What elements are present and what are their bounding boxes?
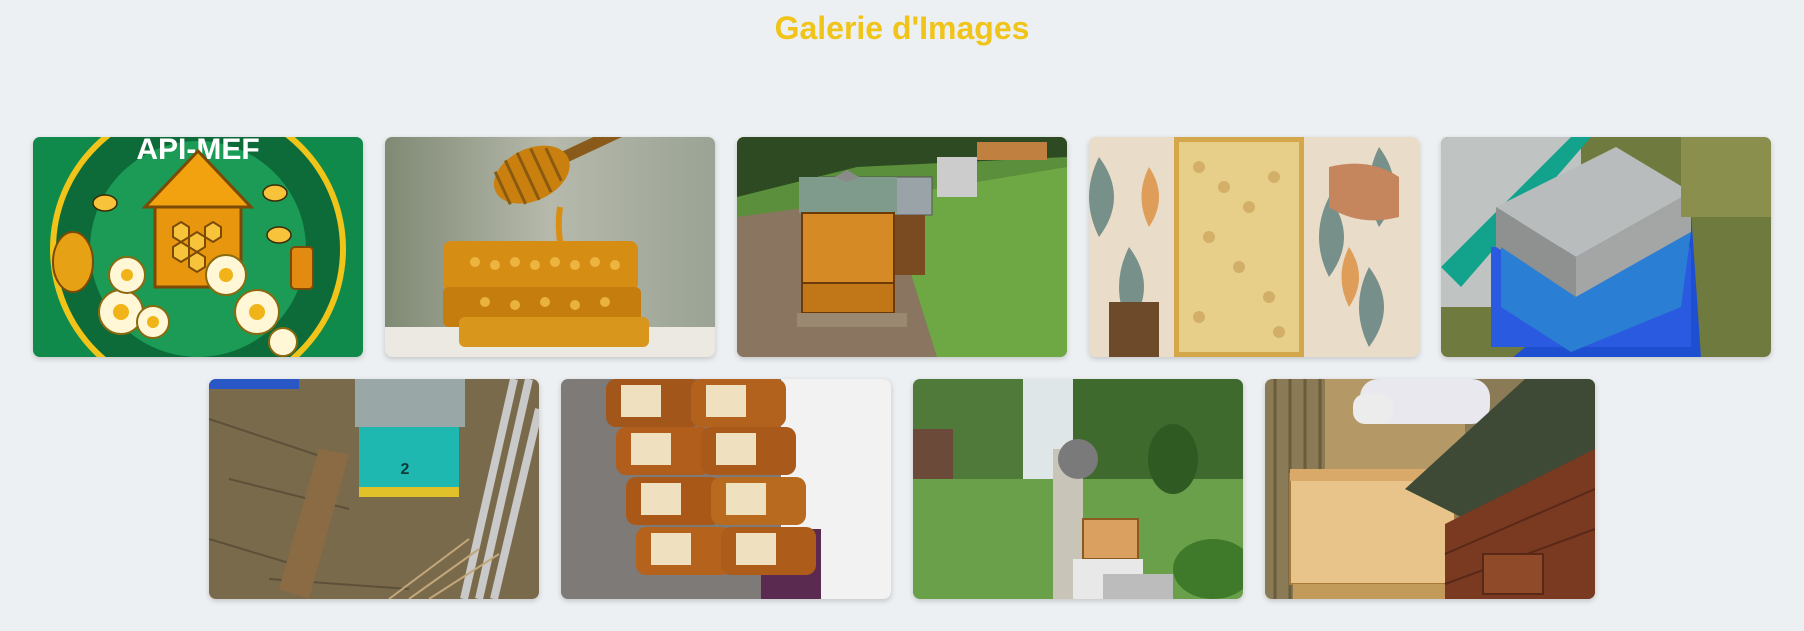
gallery-image-wooden-hive[interactable] xyxy=(1265,379,1595,599)
honey-jars-image xyxy=(561,379,891,599)
gallery-image-logo[interactable]: API-MEF xyxy=(33,137,363,357)
gallery-image-beekeeper[interactable] xyxy=(913,379,1243,599)
gallery-image-honey-dipper[interactable] xyxy=(385,137,715,357)
honeycomb-frame-image xyxy=(1089,137,1419,357)
hive-blue-pallet-image xyxy=(1441,137,1771,357)
gallery-image-numbered-hive[interactable]: 2 xyxy=(209,379,539,599)
gallery-row-top: API-MEF xyxy=(0,137,1804,357)
gallery-image-hives[interactable] xyxy=(737,137,1067,357)
gallery-row-bottom: 2 xyxy=(0,379,1804,599)
apiary-logo-image: API-MEF xyxy=(33,137,363,357)
hive-number-label: 2 xyxy=(401,461,410,478)
beehives-image xyxy=(737,137,1067,357)
gallery-image-comb-frame[interactable] xyxy=(1089,137,1419,357)
honey-dipper-image xyxy=(385,137,715,357)
gallery-page: Galerie d'Images API-MEF xyxy=(0,0,1804,631)
beekeeper-image xyxy=(913,379,1243,599)
gallery-image-honey-jars[interactable] xyxy=(561,379,891,599)
page-title: Galerie d'Images xyxy=(774,10,1030,46)
gallery-image-blue-pallet[interactable] xyxy=(1441,137,1771,357)
wooden-hive-image xyxy=(1265,379,1595,599)
numbered-hive-image: 2 xyxy=(209,379,539,599)
